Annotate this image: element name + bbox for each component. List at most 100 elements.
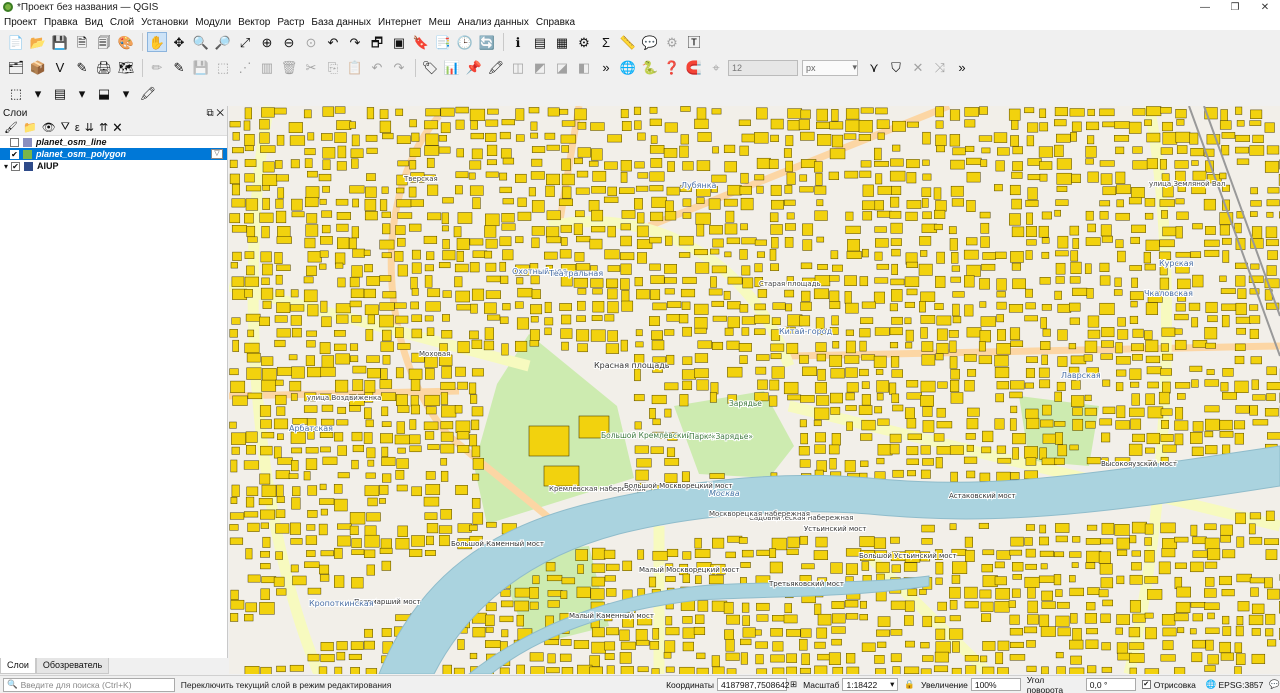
style-manager-icon[interactable]: 🎨 [116,32,136,52]
menu-plugins[interactable]: Модули [195,17,231,28]
deselect-features-icon[interactable]: ⬓ [94,83,114,103]
panel-float-close-icon[interactable]: ⧉ ✕ [206,108,224,119]
modify-attributes-icon[interactable]: ▥ [257,58,277,78]
add-feature-icon[interactable]: ⬚ [213,58,233,78]
topological-editing-icon[interactable]: ⋎ [864,58,884,78]
pin-labels-icon[interactable]: 📌 [464,58,484,78]
messages-icon[interactable]: 💬 [1269,679,1280,690]
layout-manager-icon[interactable]: 🗐 [94,32,114,52]
menu-web[interactable]: Интернет [378,17,422,28]
zoom-layer-icon[interactable]: ⊖ [279,32,299,52]
select-by-expression-icon[interactable]: ▤ [50,83,70,103]
collapse-all-icon[interactable]: ⇈ [99,121,108,134]
pan-to-selection-icon[interactable]: ✥ [169,32,189,52]
menu-view[interactable]: Вид [85,17,103,28]
menu-raster[interactable]: Растр [277,17,304,28]
new-virtual-layer-icon[interactable]: 🖨 [94,58,114,78]
menu-database[interactable]: База данных [311,17,371,28]
zoom-out-icon[interactable]: 🔎 [213,32,233,52]
processing-toolbox-icon[interactable]: ⚙ [574,32,594,52]
select-by-value-icon[interactable]: ▾ [28,83,48,103]
crs-icon[interactable]: 🌐 [1206,679,1217,690]
identify-features-icon[interactable]: ℹ [508,32,528,52]
toggle-editing-icon[interactable]: ✎ [169,58,189,78]
pan-map-icon[interactable]: ✋ [147,32,167,52]
expand-arrow-icon[interactable]: ▾ [4,162,8,171]
undo-icon[interactable]: ↶ [367,58,387,78]
tab-layers[interactable]: Слои [0,658,36,674]
vertex-tool-icon[interactable]: ⋰ [235,58,255,78]
change-label-icon[interactable]: ◧ [574,58,594,78]
menu-vector[interactable]: Вектор [238,17,270,28]
tab-browser[interactable]: Обозреватель [35,658,110,674]
data-source-manager-icon[interactable]: 🗂 [6,58,26,78]
filter-icon[interactable]: ▽ [211,149,223,159]
new-project-icon[interactable]: 📄 [6,32,26,52]
map-canvas[interactable]: Лубянка Охотный ряд Театральная Китай-город… [229,106,1280,674]
annotation-settings-icon[interactable]: ⚙ [662,32,682,52]
new-temporary-layer-icon[interactable]: ✎ [72,58,92,78]
menu-project[interactable]: Проект [4,17,37,28]
select-location-icon[interactable]: ▾ [116,83,136,103]
snapping-mode-icon[interactable]: ⌖ [706,58,726,78]
close-button[interactable]: ✕ [1250,0,1280,14]
magnifier-field[interactable]: 100% [970,678,1021,691]
label-settings-icon[interactable]: 🏷 [420,58,440,78]
python-console-icon[interactable]: 🐍 [640,58,660,78]
menu-processing[interactable]: Анализ данных [458,17,529,28]
locator-search-input[interactable]: 🔍 Введите для поиска (Ctrl+K) [3,677,175,692]
layer-item-planet-osm-polygon[interactable]: ✔ planet_osm_polygon ▽ [0,148,227,160]
manage-map-themes-icon[interactable]: 👁 [42,121,56,134]
self-snapping-icon[interactable]: ⤨ [930,58,950,78]
layer-visibility-checkbox[interactable]: ✔ [10,149,19,159]
layer-visibility-checkbox[interactable] [10,137,19,147]
filter-expression-icon[interactable]: ε [75,122,80,134]
diagram-options-icon[interactable]: 📊 [442,58,462,78]
snap-units-select[interactable]: px ▾ [802,59,858,76]
statistical-summary-icon[interactable]: Σ [596,32,616,52]
delete-selected-icon[interactable]: 🗑 [279,58,299,78]
new-3d-view-icon[interactable]: ▣ [389,32,409,52]
save-project-icon[interactable]: 💾 [50,32,70,52]
minimize-button[interactable]: — [1190,0,1220,14]
menu-settings[interactable]: Установки [141,17,188,28]
add-group-icon[interactable]: 📁 [23,121,37,134]
layer-visibility-checkbox[interactable]: ✔ [11,161,21,171]
menu-edit[interactable]: Правка [44,17,78,28]
toggle-extents-icon[interactable]: ⊞ [790,679,797,690]
layer-item-planet-osm-line[interactable]: planet_osm_line [0,136,227,148]
deselect-all-icon[interactable]: ▾ [72,83,92,103]
menu-mesh[interactable]: Меш [429,17,451,28]
new-shapefile-icon[interactable]: V [50,58,70,78]
show-hide-labels-icon[interactable]: ◫ [508,58,528,78]
copy-features-icon[interactable]: ⎘ [323,58,343,78]
snapping-intersection-icon[interactable]: ⛉ [886,58,906,78]
menu-layer[interactable]: Слой [110,17,134,28]
zoom-native-icon[interactable]: ⊙ [301,32,321,52]
refresh-icon[interactable]: 🔄 [477,32,497,52]
add-vector-layer-icon[interactable]: 🗺 [116,58,136,78]
select-features-icon[interactable]: ⬚ [6,83,26,103]
crs-button[interactable]: EPSG:3857 [1219,680,1264,690]
rotate-label-icon[interactable]: ◪ [552,58,572,78]
redo-icon[interactable]: ↷ [389,58,409,78]
new-geopackage-icon[interactable]: 📦 [28,58,48,78]
menu-help[interactable]: Справка [536,17,575,28]
highlight-pinned-icon[interactable]: 🖍 [486,58,506,78]
maximize-button[interactable]: ❐ [1220,0,1250,14]
move-label-icon[interactable]: ◩ [530,58,550,78]
help-icon[interactable]: ❓ [662,58,682,78]
snapping-icon[interactable]: 🧲 [684,58,704,78]
zoom-in-icon[interactable]: 🔍 [191,32,211,52]
zoom-selection-icon[interactable]: ⊕ [257,32,277,52]
measure-line-icon[interactable]: 📏 [618,32,638,52]
toolbar-overflow-icon[interactable]: » [596,58,616,78]
plugin-globe-icon[interactable]: 🌐 [618,58,638,78]
map-tips-icon[interactable]: 💬 [640,32,660,52]
show-bookmarks-icon[interactable]: 📑 [433,32,453,52]
render-checkbox[interactable]: ✔ [1141,680,1151,689]
cut-features-icon[interactable]: ✂ [301,58,321,78]
open-layer-styling-icon[interactable]: 🖌 [4,121,18,134]
toolbar-overflow-2-icon[interactable]: » [952,58,972,78]
rotation-field[interactable]: 0,0 ° [1085,678,1136,691]
